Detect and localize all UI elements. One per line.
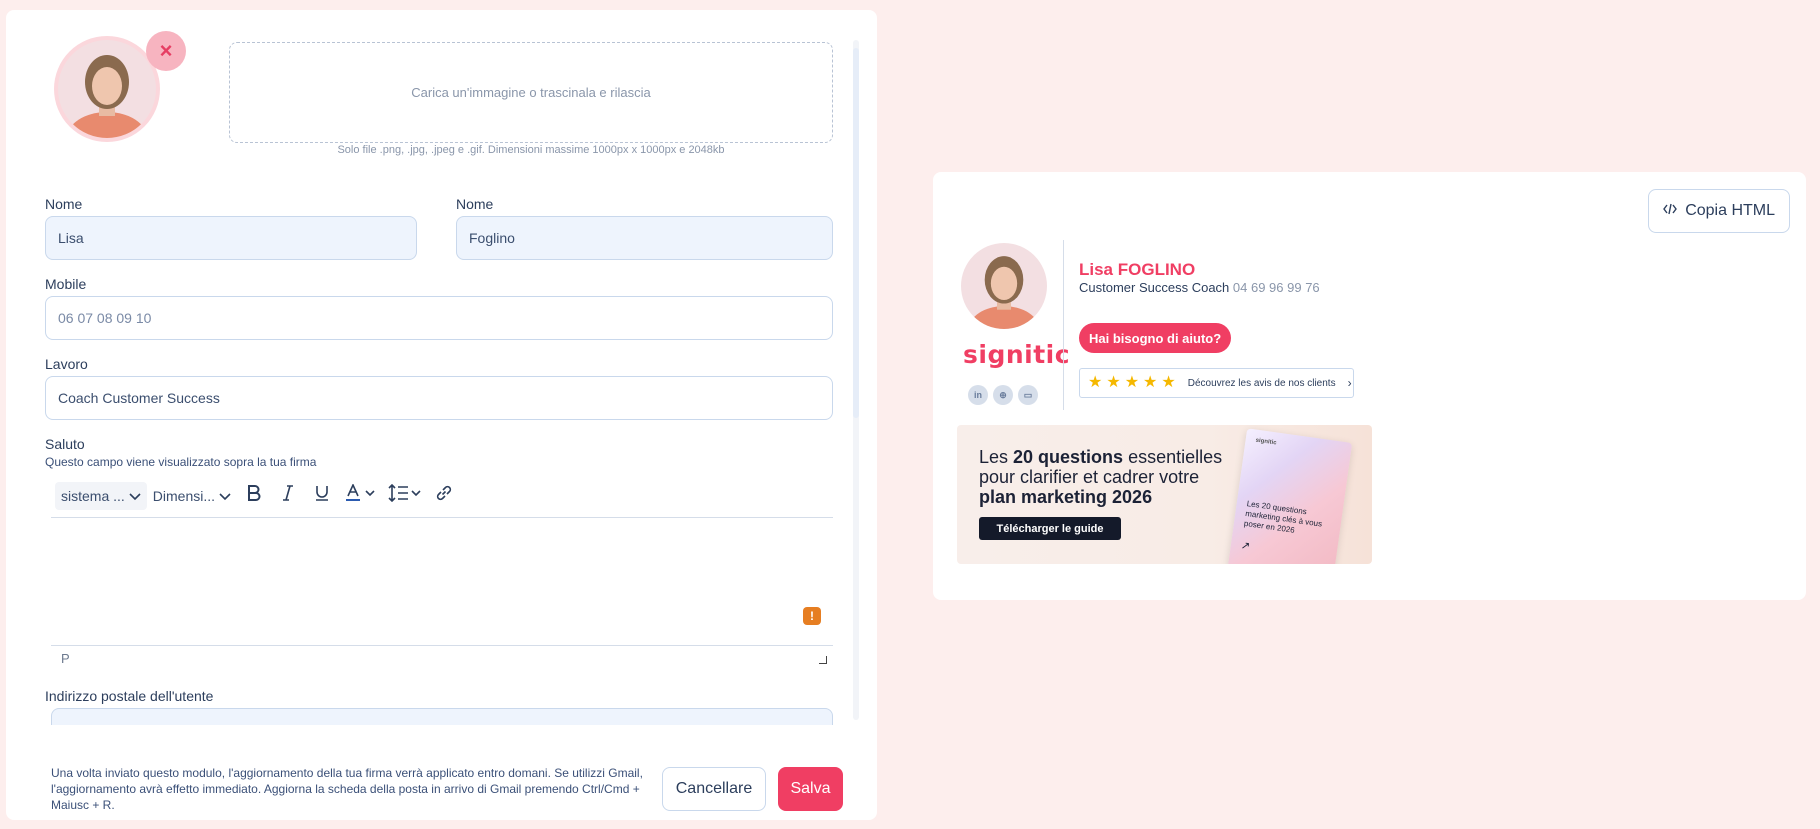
line-height-button[interactable] — [383, 481, 427, 511]
last-name-value: Foglino — [469, 230, 515, 246]
editor-status-bar: P — [51, 646, 833, 670]
first-name-field[interactable]: Lisa — [45, 216, 417, 260]
book-logo: signitic — [1255, 437, 1277, 447]
greeting-editor[interactable]: ! — [51, 518, 833, 646]
address-label: Indirizzo postale dell'utente — [45, 688, 214, 704]
font-family-select[interactable]: sistema ... — [55, 481, 147, 510]
editor-toolbar: sistema ... Dimensi... — [51, 474, 833, 518]
star-icon: ★ — [1124, 374, 1140, 391]
help-button[interactable]: Hai bisogno di aiuto? — [1079, 323, 1232, 353]
arrow-icon: ↗ — [1240, 539, 1251, 553]
remove-photo-button[interactable]: × — [146, 31, 186, 71]
footer-note: Una volta inviato questo modulo, l'aggio… — [51, 766, 643, 812]
text-color-icon — [346, 483, 376, 507]
dropzone-label: Carica un'immagine o trascinala e rilasc… — [411, 85, 651, 100]
link-button[interactable] — [427, 481, 461, 511]
job-field[interactable]: Coach Customer Success — [45, 376, 833, 420]
last-name-field[interactable]: Foglino — [456, 216, 833, 260]
underline-icon — [315, 485, 329, 506]
greeting-label: Saluto — [45, 436, 85, 452]
signature-name: Lisa FOGLINO — [1079, 260, 1196, 279]
mobile-field[interactable]: 06 07 08 09 10 — [45, 296, 833, 340]
banner-line-3: plan marketing 2026 — [979, 487, 1153, 507]
profile-photo-image — [58, 40, 156, 138]
resize-handle-icon[interactable] — [819, 656, 827, 664]
link-icon — [435, 484, 453, 507]
font-size-select[interactable]: Dimensi... — [147, 482, 237, 510]
close-icon: × — [159, 38, 173, 63]
signature-form-panel: × Carica un'immagine o trascinala e rila… — [6, 10, 877, 820]
signature-divider — [1063, 240, 1064, 410]
save-button[interactable]: Salva — [778, 767, 843, 811]
company-logo: signitic — [963, 340, 1071, 369]
signature-preview-panel: Copia HTML signitic in ⊕ ▭ Lisa FOGLINO … — [933, 172, 1806, 600]
book-title: Les 20 questions marketing clés à vous p… — [1243, 499, 1323, 535]
reviews-label: Découvrez les avis de nos clients — [1187, 377, 1336, 389]
banner-line-1-bold: 20 questions — [1013, 447, 1124, 467]
italic-button[interactable] — [271, 481, 305, 511]
form-scrollbar[interactable] — [853, 40, 859, 720]
underline-button[interactable] — [305, 481, 339, 511]
profile-photo — [54, 36, 160, 142]
signature-photo — [961, 243, 1047, 329]
star-icon: ★ — [1088, 374, 1103, 391]
bold-button[interactable] — [237, 481, 271, 511]
code-icon — [1663, 202, 1678, 220]
reviews-badge[interactable]: ★ ★ ★ ★ ★ Découvrez les avis de nos clie… — [1079, 368, 1354, 398]
guide-book-image: signitic Les 20 questions marketing clés… — [1227, 428, 1353, 564]
linkedin-icon[interactable]: in — [968, 385, 988, 405]
banner-line-2: pour clarifier et cadrer votre — [979, 467, 1200, 487]
chevron-down-icon — [129, 488, 141, 504]
last-name-label: Nome — [456, 196, 494, 212]
marketing-banner[interactable]: Les 20 questions essentielles pour clari… — [957, 425, 1372, 564]
signature-phone: 04 69 96 99 76 — [1232, 280, 1320, 295]
job-label: Lavoro — [45, 356, 88, 372]
globe-icon[interactable]: ⊕ — [993, 385, 1013, 405]
mobile-label: Mobile — [45, 276, 87, 292]
social-links: in ⊕ ▭ — [968, 385, 1038, 405]
address-field[interactable] — [51, 708, 833, 725]
signature-title-line: Customer Success Coach 04 69 96 99 76 — [1079, 280, 1320, 295]
mobile-value: 06 07 08 09 10 — [58, 310, 152, 326]
copy-html-button[interactable]: Copia HTML — [1648, 189, 1790, 233]
download-guide-button[interactable]: Télécharger le guide — [979, 517, 1121, 540]
upload-hint: Solo file .png, .jpg, .jpeg e .gif. Dime… — [337, 144, 725, 156]
scrollbar-thumb[interactable] — [853, 48, 859, 418]
first-name-label: Nome — [45, 196, 83, 212]
banner-line-1: Les 20 questions essentielles — [979, 447, 1222, 468]
contact-card-icon[interactable]: ▭ — [1018, 385, 1038, 405]
greeting-sublabel: Questo campo viene visualizzato sopra la… — [45, 455, 317, 469]
star-icon: ★ — [1106, 374, 1121, 391]
text-color-button[interactable] — [339, 481, 383, 511]
element-path: P — [61, 650, 70, 666]
star-icon: ★ — [1161, 374, 1176, 391]
chevron-down-icon — [219, 488, 231, 504]
copy-html-label: Copia HTML — [1685, 202, 1775, 219]
image-dropzone[interactable]: Carica un'immagine o trascinala e rilasc… — [229, 42, 833, 143]
signature-job-title: Customer Success Coach — [1079, 280, 1230, 295]
form-scroll-area: × Carica un'immagine o trascinala e rila… — [6, 10, 877, 725]
font-size-value: Dimensi... — [152, 487, 216, 504]
star-icon: ★ — [1143, 374, 1158, 391]
chevron-right-icon: › — [1347, 376, 1352, 390]
line-height-icon — [388, 483, 422, 507]
first-name-value: Lisa — [58, 230, 84, 246]
cancel-button[interactable]: Cancellare — [662, 767, 766, 811]
font-family-value: sistema ... — [61, 487, 125, 504]
banner-line-1-pre: Les — [979, 447, 1014, 467]
banner-line-1-post: essentielles — [1123, 447, 1223, 467]
warning-icon[interactable]: ! — [803, 607, 821, 625]
italic-icon — [282, 485, 294, 506]
job-value: Coach Customer Success — [58, 390, 220, 406]
bold-icon — [247, 485, 261, 506]
